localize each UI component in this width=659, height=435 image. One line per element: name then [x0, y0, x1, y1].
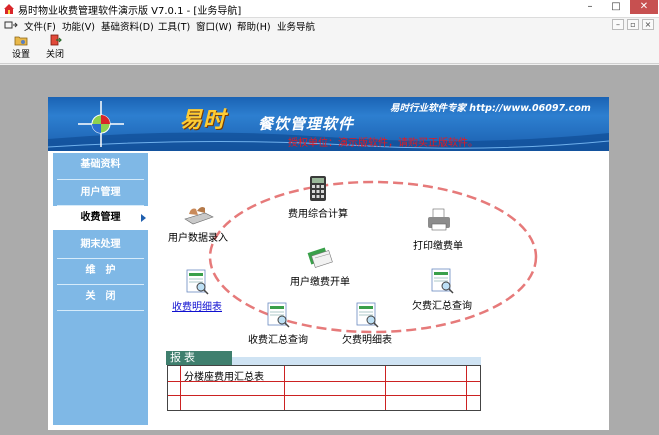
flow-label: 打印缴费单 — [413, 241, 463, 252]
flow-label: 收费明细表 — [172, 302, 222, 313]
report-section-tab: 报表 — [166, 351, 232, 365]
maximize-button[interactable]: □ — [604, 0, 628, 14]
close-tool-button[interactable]: 关闭 — [40, 34, 70, 62]
keyboard-hands-icon — [184, 207, 214, 225]
flow-label: 收费汇总查询 — [248, 335, 308, 346]
header-banner: 易时 餐饮管理软件 易时行业软件专家 http://www.06097.com … — [48, 97, 609, 151]
title-bar: 易时物业收费管理软件演示版 V7.0.1 - [业务导航] – □ ✕ — [0, 0, 659, 18]
nav-item-maintenance[interactable]: 维 护 — [53, 259, 148, 283]
report-link-floor-fee-summary[interactable]: 分楼座费用汇总表 — [184, 368, 264, 383]
flow-fee-detail-report[interactable]: 收费明细表 — [172, 268, 222, 313]
report-magnifier-icon — [431, 268, 454, 294]
nav-item-fee-management[interactable]: 收费管理 — [53, 206, 148, 230]
menu-bar: 文件(F) 功能(V) 基础资料(D) 工具(T) 窗口(W) 帮助(H) 业务… — [0, 18, 659, 33]
flow-fee-summary[interactable]: 收费汇总查询 — [248, 301, 308, 346]
report-table: 分楼座费用汇总表 — [167, 365, 481, 411]
mdi-child-icon[interactable] — [4, 20, 18, 30]
report-magnifier-icon — [267, 302, 290, 328]
brand-name: 易时 — [180, 107, 227, 133]
close-button[interactable]: ✕ — [630, 0, 658, 14]
crosshair-logo-icon — [78, 101, 124, 147]
report-header-bar — [232, 357, 481, 365]
flow-fee-calculation[interactable]: 费用综合计算 — [288, 175, 348, 220]
toolbar: 设置 关闭 — [0, 32, 659, 64]
nav-separator — [57, 310, 144, 311]
app-house-icon — [4, 4, 14, 14]
report-magnifier-icon — [186, 269, 209, 295]
window-title: 易时物业收费管理软件演示版 V7.0.1 - [业务导航] — [18, 6, 242, 17]
menu-business-nav[interactable]: 业务导航 — [277, 19, 315, 33]
settings-button[interactable]: 设置 — [6, 34, 36, 62]
table-row-line — [168, 395, 480, 396]
flow-label: 用户数据录入 — [168, 233, 228, 244]
flow-label: 欠费汇总查询 — [412, 301, 472, 312]
flow-label: 费用综合计算 — [288, 209, 348, 220]
close-label: 关闭 — [45, 50, 64, 60]
table-column-line — [385, 366, 386, 410]
menu-function[interactable]: 功能(V) — [62, 19, 95, 33]
flow-label: 欠费明细表 — [342, 335, 392, 346]
flow-user-data-entry[interactable]: 用户数据录入 — [168, 199, 228, 244]
nav-item-period-end[interactable]: 期末处理 — [53, 233, 148, 257]
left-nav: 基础资料 用户管理 收费管理 期末处理 维 护 关 闭 — [53, 153, 148, 425]
menu-basic-data[interactable]: 基础资料(D) — [101, 19, 154, 33]
product-name: 餐饮管理软件 — [258, 115, 355, 133]
flow-print-bill[interactable]: 打印缴费单 — [413, 207, 463, 252]
nav-item-close[interactable]: 关 闭 — [53, 285, 148, 309]
flow-arrears-detail-report[interactable]: 欠费明细表 — [342, 301, 392, 346]
table-column-line — [466, 366, 467, 410]
menu-tools[interactable]: 工具(T) — [158, 19, 190, 33]
company-tagline: 易时行业软件专家 http://www.06097.com — [390, 103, 591, 114]
mdi-minimize-button[interactable]: – — [612, 19, 624, 30]
nav-arrow-icon — [141, 214, 146, 222]
nav-item-basic-data[interactable]: 基础资料 — [53, 153, 148, 177]
flow-user-billing[interactable]: 用户缴费开单 — [290, 243, 350, 288]
menu-file[interactable]: 文件(F) — [24, 19, 56, 33]
mdi-close-button[interactable]: × — [642, 19, 654, 30]
flow-label: 用户缴费开单 — [290, 277, 350, 288]
minimize-button[interactable]: – — [578, 0, 602, 14]
nav-separator — [57, 179, 144, 180]
business-flow: 费用综合计算 用户数据录入 用户缴费开单 打印缴费单 收费明细表 欠费汇总查询 … — [150, 155, 605, 355]
exit-door-icon — [50, 34, 62, 46]
printer-icon — [428, 208, 450, 231]
invoice-cards-icon — [307, 247, 333, 268]
menu-window[interactable]: 窗口(W) — [196, 19, 232, 33]
report-magnifier-icon — [356, 302, 379, 328]
table-column-line — [180, 366, 181, 410]
folder-settings-icon — [14, 36, 28, 46]
table-column-line — [284, 366, 285, 410]
flow-arrears-summary[interactable]: 欠费汇总查询 — [412, 267, 472, 312]
license-notice: 授权单位：演示版软件，请购买正版软件。 — [288, 138, 478, 149]
menu-help[interactable]: 帮助(H) — [237, 19, 271, 33]
nav-item-user-management[interactable]: 用户管理 — [53, 181, 148, 205]
calculator-icon — [310, 176, 326, 201]
settings-label: 设置 — [11, 50, 30, 60]
mdi-restore-button[interactable]: ▫ — [627, 19, 639, 30]
